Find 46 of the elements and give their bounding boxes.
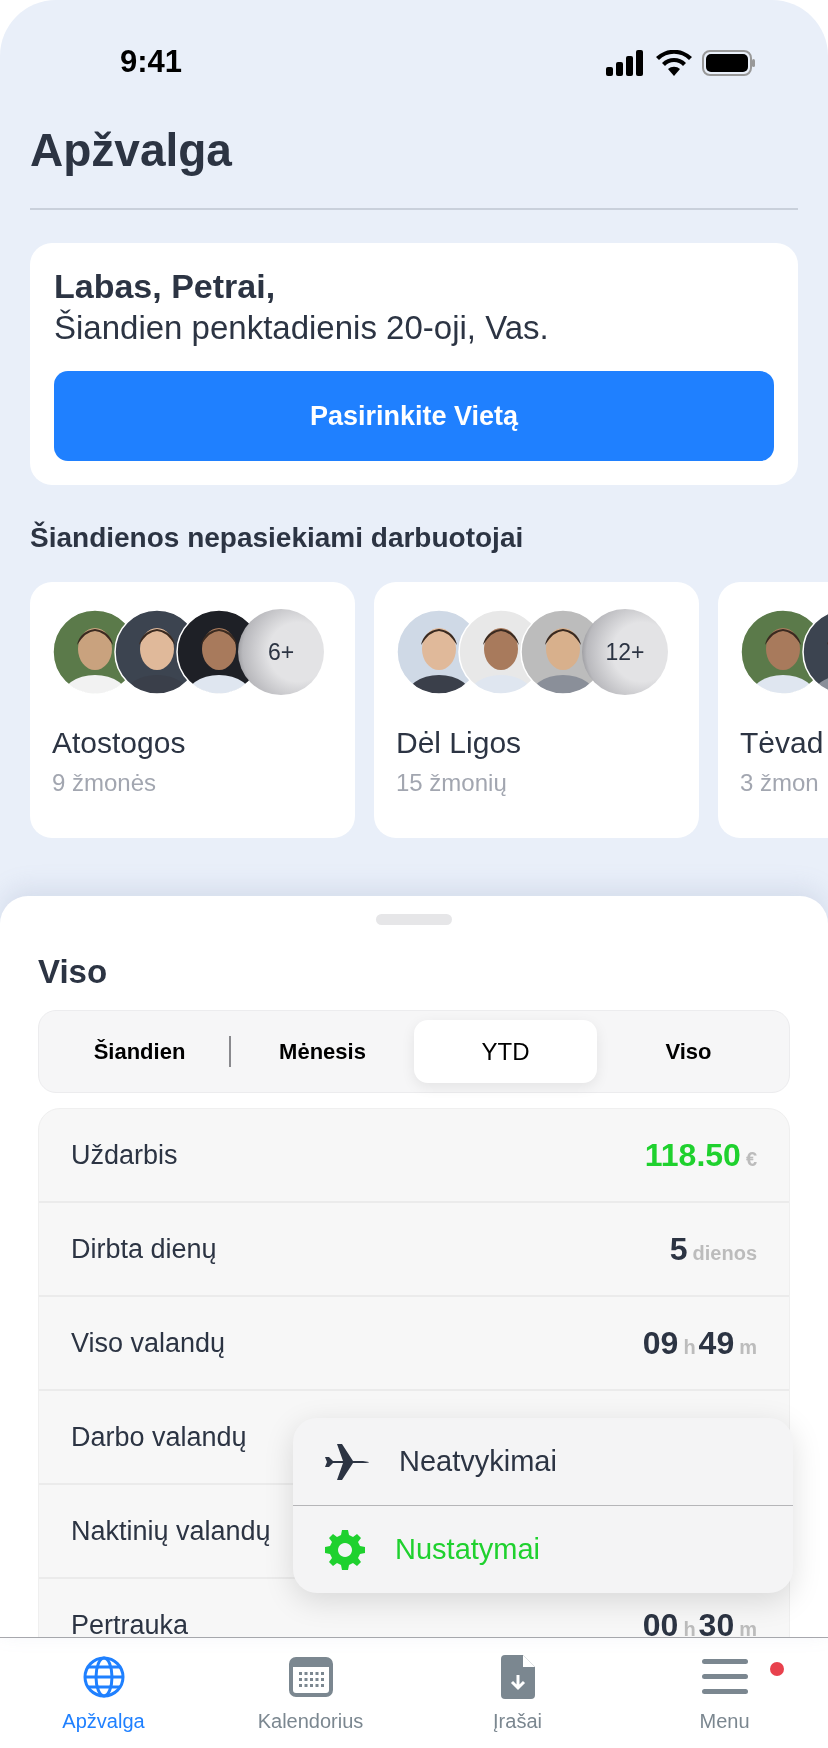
row-label: Darbo valandų	[71, 1421, 247, 1453]
tab-bar-item[interactable]: Menu	[621, 1638, 828, 1748]
row-value: 118.50€	[644, 1136, 757, 1174]
airplane-icon	[325, 1441, 369, 1482]
more-count-badge: 6+	[238, 609, 324, 695]
signal-icon	[606, 50, 646, 76]
status-time: 9:41	[120, 44, 183, 81]
battery-icon	[702, 50, 756, 76]
absence-type: Dėl Ligos	[396, 725, 523, 761]
wifi-icon	[656, 50, 692, 76]
people-count: 15 žmonių	[396, 769, 508, 797]
gear-icon	[325, 1529, 365, 1570]
absence-type: Tėvad	[740, 725, 825, 761]
row-label: Uždarbis	[71, 1139, 178, 1171]
people-count: 3 žmon	[740, 769, 820, 797]
document-download-icon	[500, 1655, 535, 1699]
greeting-date: Šiandien penktadienis 20-oji, Vas.	[54, 308, 550, 348]
sheet-handle[interactable]	[376, 914, 452, 925]
section-heading: Šiandienos nepasiekiami darbuotojai	[30, 521, 525, 555]
menu-icon	[701, 1659, 748, 1695]
calendar-icon	[288, 1657, 333, 1697]
row-value: 00 h30 m	[642, 1606, 757, 1637]
choose-location-button[interactable]: Pasirinkite Vietą	[54, 371, 774, 461]
more-count-badge: 12+	[582, 609, 668, 695]
tab-bar-item[interactable]: Kalendorius	[207, 1638, 414, 1748]
row-value: 09 h49 m	[642, 1324, 757, 1362]
tab-bar-item[interactable]: Įrašai	[414, 1638, 621, 1748]
globe-icon	[81, 1655, 126, 1699]
row-label: Dirbta dienų	[71, 1233, 217, 1265]
row-label: Viso valandų	[71, 1327, 226, 1359]
segment-tab[interactable]: Viso	[597, 1020, 780, 1083]
people-count: 9 žmonės	[52, 769, 158, 797]
row-label: Pertrauka	[71, 1609, 189, 1637]
popup-menu-item[interactable]: Neatvykimai	[293, 1418, 793, 1505]
greeting-name: Labas, Petrai,	[54, 266, 277, 307]
row-label: Naktinių valandų	[71, 1515, 271, 1547]
absence-card[interactable]: 6+ Atostogos 9 žmonės	[30, 582, 355, 838]
tab-bar-item[interactable]: Apžvalga	[0, 1638, 207, 1748]
segment-tab[interactable]: Mėnesis	[231, 1020, 414, 1083]
absence-card[interactable]: 12+ Dėl Ligos 15 žmonių	[374, 582, 699, 838]
segment-tab[interactable]: Šiandien	[48, 1020, 231, 1083]
segment-tab[interactable]: YTD	[414, 1020, 597, 1083]
row-value: 5 dienos	[669, 1230, 757, 1268]
page-title: Apžvalga	[30, 123, 233, 178]
summary-title: Viso	[38, 952, 109, 992]
absence-type: Atostogos	[52, 725, 187, 761]
